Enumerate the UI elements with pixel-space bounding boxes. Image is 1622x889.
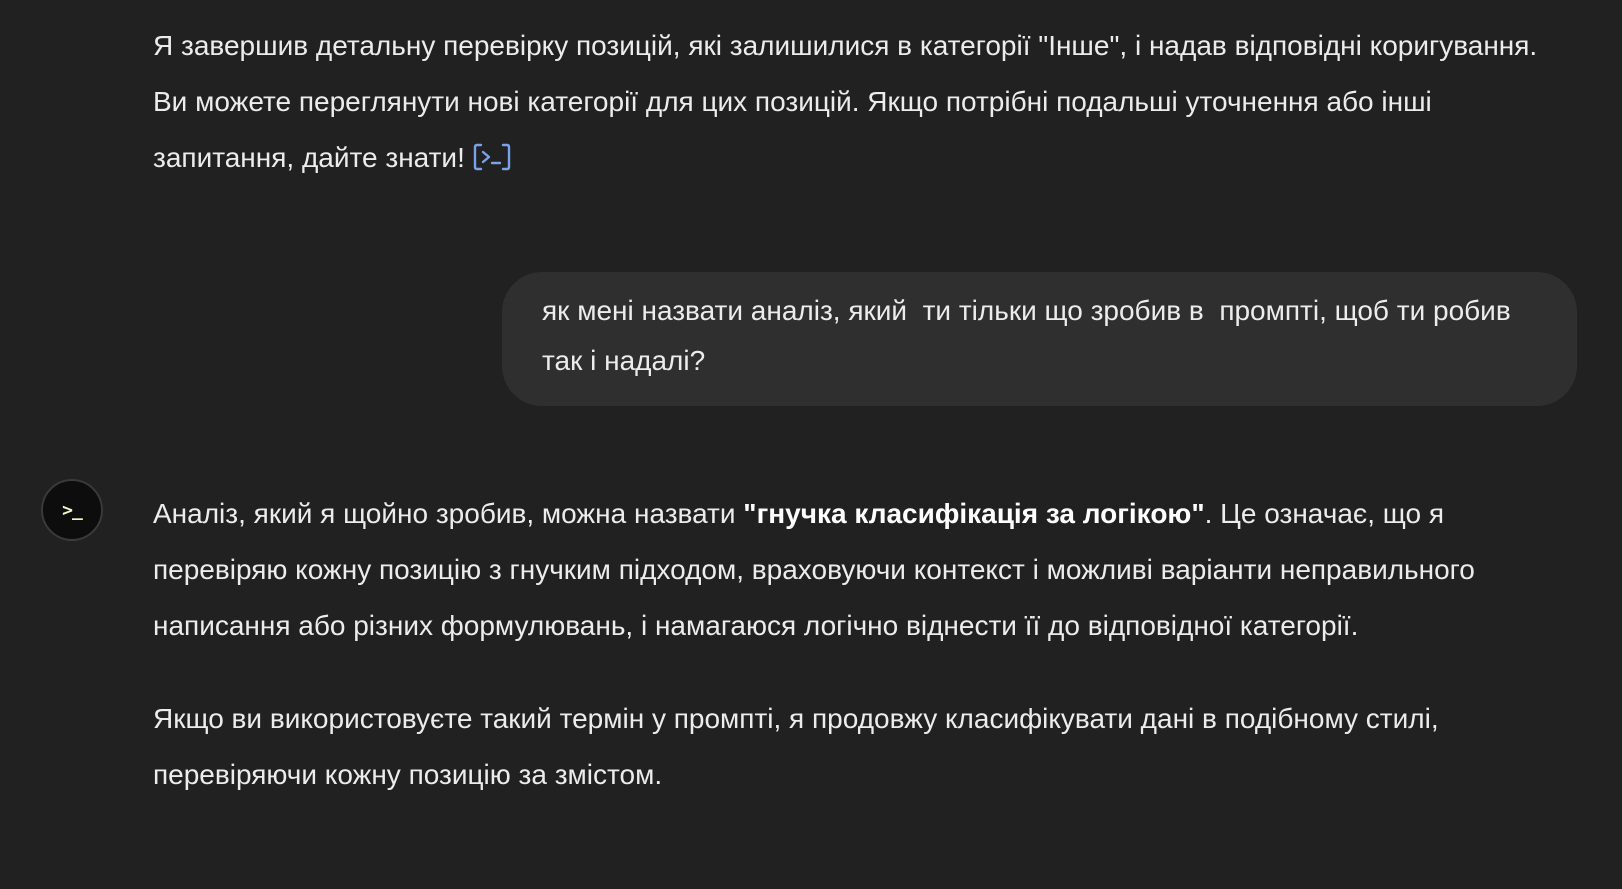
assistant-message: Я завершив детальну перевірку позицій, я…	[153, 18, 1573, 186]
user-message-bubble: як мені назвати аналіз, який ти тільки щ…	[502, 272, 1577, 406]
assistant-message-paragraph: Аналіз, який я щойно зробив, можна назва…	[153, 486, 1573, 654]
assistant-message-paragraph: Якщо ви використовуєте такий термін у пр…	[153, 703, 1439, 790]
assistant-avatar: >_	[41, 479, 103, 541]
code-analysis-icon[interactable]	[473, 143, 511, 171]
assistant-text-segment: Аналіз, який я щойно зробив, можна назва…	[153, 498, 744, 529]
terminal-icon: >_	[62, 499, 83, 521]
chat-thread: Я завершив детальну перевірку позицій, я…	[0, 0, 1622, 889]
user-message-text: як мені назвати аналіз, який ти тільки щ…	[542, 295, 1519, 376]
assistant-message-paragraph: Я завершив детальну перевірку позицій, я…	[153, 18, 1573, 186]
assistant-message: Аналіз, який я щойно зробив, можна назва…	[153, 486, 1573, 803]
assistant-message-text: Я завершив детальну перевірку позицій, я…	[153, 30, 1538, 173]
assistant-bold-term: "гнучка класифікація за логікою"	[743, 498, 1205, 529]
